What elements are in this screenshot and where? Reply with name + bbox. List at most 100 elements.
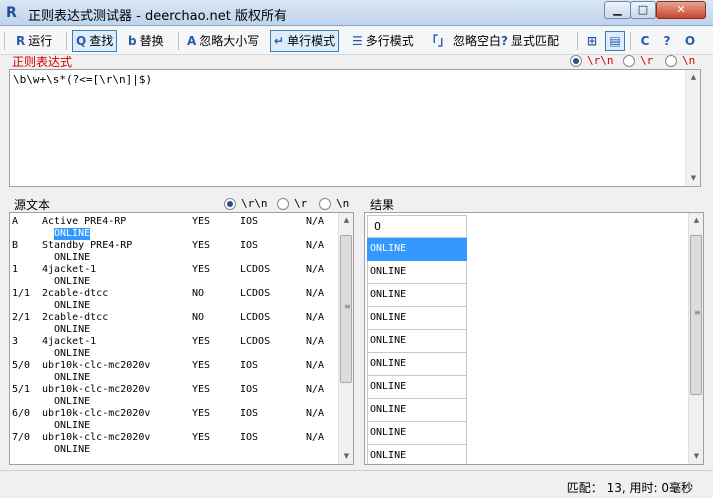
question-icon: ? [501,34,508,48]
source-row-flag: YES [192,216,211,227]
source-row-id: 2/1 [12,312,31,323]
scroll-down-icon[interactable]: ▼ [686,171,701,186]
source-row-flag: YES [192,336,211,347]
source-text-area[interactable]: A Active PRE4-RP YES IOS N/A ONLINE B Standby P… [9,212,354,465]
scroll-thumb[interactable]: ≡ [340,235,352,383]
ignore-case-button[interactable]: A 忽略大小写 [183,30,263,52]
ignore-whitespace-button[interactable]: 「」 忽略空白 [422,30,505,52]
source-radio-lf[interactable] [319,198,331,210]
regex-radio-lf[interactable] [665,55,677,67]
multi-line-button[interactable]: ☰ 多行模式 [348,30,418,52]
find-button[interactable]: Q 查找 [72,30,118,52]
result-item[interactable]: ONLINE [367,445,467,464]
source-row-na: N/A [306,336,325,347]
result-header[interactable]: 0 [367,215,467,238]
source-row-state: ONLINE [54,396,91,407]
result-scrollbar[interactable]: ▲ ≡ ▼ [688,213,703,464]
source-row-os: LCDOS [240,264,271,275]
source-row-name: 4jacket-1 [42,336,97,347]
scroll-up-icon[interactable]: ▲ [689,213,703,228]
source-row-os: IOS [240,216,259,227]
source-row-flag: YES [192,360,211,371]
run-button[interactable]: R 运行 [12,30,56,52]
source-row-name: ubr10k-clc-mc2020v [42,408,151,419]
regex-scrollbar[interactable]: ▲ ▼ [685,70,700,186]
regex-pattern[interactable]: \b\w+\s*(?<=[\r\n]|$) [13,73,152,86]
status-text: 匹配： 13, 用时: 0毫秒 [566,481,693,495]
tree-view-icon[interactable]: ⊞ [582,31,602,51]
source-row-os: IOS [240,360,259,371]
source-row-os: LCDOS [240,288,271,299]
toolbar-separator [577,32,578,50]
regex-radio-lf-label: \n [682,54,696,67]
source-row-flag: NO [192,288,205,299]
source-row-flag: NO [192,312,205,323]
result-item[interactable]: ONLINE [367,422,467,445]
single-line-button[interactable]: ↵ 单行模式 [270,30,340,52]
source-row-name: ubr10k-clc-mc2020v [42,384,151,395]
result-item[interactable]: ONLINE [367,307,467,330]
regex-radio-cr-label: \r [640,54,654,67]
scroll-thumb[interactable]: ≡ [690,235,702,395]
source-row-os: IOS [240,432,259,443]
source-radio-crlf-label: \r\n [241,197,268,210]
run-icon: R [16,34,26,48]
scroll-down-icon[interactable]: ▼ [339,449,353,464]
scroll-down-icon[interactable]: ▼ [689,449,703,464]
source-row-name: ubr10k-clc-mc2020v [42,360,151,371]
about-icon[interactable]: O [680,31,700,51]
source-row-na: N/A [306,432,325,443]
list-view-icon[interactable]: ▤ [605,31,625,51]
source-row-state: ONLINE [54,372,91,383]
single-line-icon: ↵ [274,34,285,48]
source-row-os: IOS [240,240,259,251]
source-row-os: IOS [240,408,259,419]
status-bar: 匹配： 13, 用时: 0毫秒 [0,470,713,498]
source-row-os: LCDOS [240,312,271,323]
window-title: 正则表达式测试器 - deerchao.net 版权所有 [28,9,287,24]
source-row-state: ONLINE [54,444,91,455]
csharp-code-icon[interactable]: C [635,31,655,51]
source-radio-cr[interactable] [277,198,289,210]
toolbar-separator [66,32,67,50]
explicit-capture-button[interactable]: ? 显式匹配 [497,30,563,52]
source-radio-lf-label: \n [336,197,350,210]
source-scrollbar[interactable]: ▲ ≡ ▼ [338,213,353,464]
result-item[interactable]: ONLINE [367,261,467,284]
source-row-state: ONLINE [54,348,91,359]
source-row-id: 3 [12,336,19,347]
regex-newline-options: \r\n \r \n [570,54,710,68]
source-row-name: ubr10k-clc-mc2020v [42,432,151,443]
app-icon: R [6,5,17,21]
minimize-button[interactable]: ▁ [604,1,631,19]
source-newline-options: \r\n \r \n [224,197,354,211]
scroll-up-icon[interactable]: ▲ [339,213,353,228]
source-radio-cr-label: \r [294,197,308,210]
source-row-na: N/A [306,408,325,419]
result-item[interactable]: ONLINE [367,330,467,353]
result-item[interactable]: ONLINE [367,238,467,261]
source-row-state: ONLINE [54,228,91,240]
source-row-flag: YES [192,264,211,275]
maximize-button[interactable]: □ [630,1,656,19]
result-item[interactable]: ONLINE [367,399,467,422]
regex-radio-crlf[interactable] [570,55,582,67]
close-button[interactable]: ✕ [656,1,706,19]
source-row-id: B [12,240,19,251]
result-item[interactable]: ONLINE [367,376,467,399]
help-icon[interactable]: ? [657,31,677,51]
toolbar-separator [630,32,631,50]
toolbar-grip [4,32,5,50]
replace-button[interactable]: b 替换 [124,30,168,52]
toolbar: R 运行 Q 查找 b 替换 A 忽略大小写 ↵ 单行模式 ☰ 多行模式 「」 忽略空白 ? 显… [0,27,713,55]
regex-radio-cr[interactable] [623,55,635,67]
result-item[interactable]: ONLINE [367,284,467,307]
result-item[interactable]: ONLINE [367,353,467,376]
source-row-os: IOS [240,384,259,395]
source-row-na: N/A [306,216,325,227]
scroll-up-icon[interactable]: ▲ [686,70,701,85]
result-list[interactable]: 0 ONLINE ONLINE ONLINE ONLINE ONLINE ONLINE ON… [364,212,704,465]
source-radio-crlf[interactable] [224,198,236,210]
source-row-name: Active PRE4-RP [42,216,127,227]
regex-input[interactable]: \b\w+\s*(?<=[\r\n]|$) ▲ ▼ [9,69,701,187]
